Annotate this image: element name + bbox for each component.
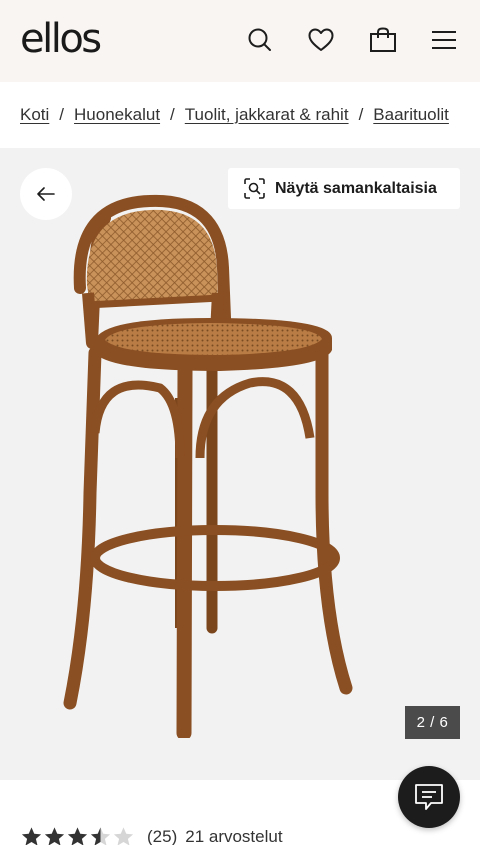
star-empty-icon xyxy=(113,827,134,845)
star-full-icon xyxy=(67,827,88,845)
chat-button[interactable] xyxy=(398,766,460,828)
breadcrumb-separator: / xyxy=(358,105,364,124)
search-icon[interactable] xyxy=(242,22,278,58)
star-half-icon xyxy=(90,827,111,845)
rating-count: (25) xyxy=(147,827,178,845)
breadcrumb-separator: / xyxy=(170,105,175,124)
star-full-icon xyxy=(44,827,65,845)
product-image-gallery[interactable]: Näytä samankaltaisia 2 / 6 xyxy=(0,148,480,780)
breadcrumb-link-baarituolit[interactable]: Baarituolit xyxy=(373,105,449,125)
breadcrumb-link-tuolit[interactable]: Tuolit, jakkarat & rahit xyxy=(185,105,349,125)
breadcrumb-link-koti[interactable]: Koti xyxy=(20,105,49,125)
breadcrumb-link-huonekalut[interactable]: Huonekalut xyxy=(74,105,160,125)
site-header: ellos xyxy=(0,0,480,82)
bag-icon[interactable] xyxy=(365,22,401,58)
bar-stool-product-image xyxy=(63,194,353,738)
heart-icon[interactable] xyxy=(303,22,339,58)
image-counter: 2 / 6 xyxy=(405,706,460,739)
arrow-left-icon xyxy=(37,187,55,201)
menu-icon[interactable] xyxy=(426,22,462,58)
review-count-link[interactable]: 21 arvostelut xyxy=(185,827,282,845)
star-rating xyxy=(20,826,135,845)
ellos-logo[interactable]: ellos xyxy=(20,14,102,64)
product-rating[interactable]: (25) 21 arvostelut xyxy=(20,826,283,845)
breadcrumb-separator: / xyxy=(59,105,65,124)
chat-bubble-icon xyxy=(415,784,443,810)
star-full-icon xyxy=(21,827,42,845)
breadcrumb: Koti / Huonekalut / Tuolit, jakkarat & r… xyxy=(20,103,449,127)
